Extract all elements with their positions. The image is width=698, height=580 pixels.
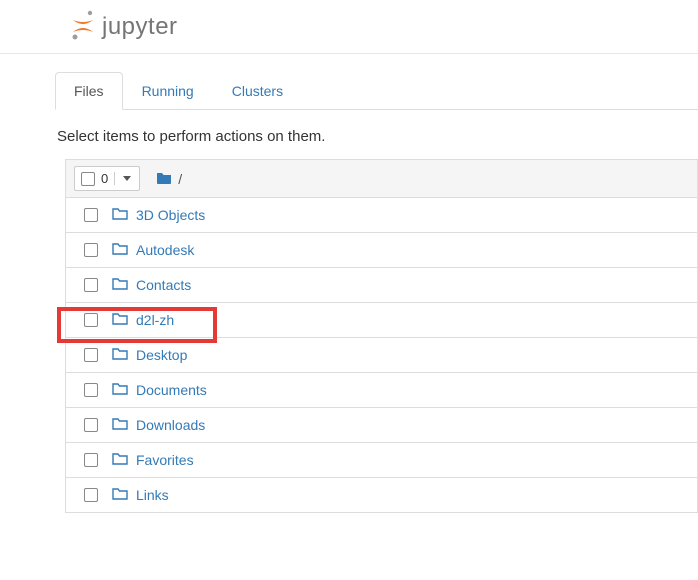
item-name: Autodesk	[136, 242, 194, 258]
row-checkbox[interactable]	[84, 278, 98, 292]
folder-link-favorites[interactable]: Favorites	[112, 452, 194, 468]
item-name: Favorites	[136, 452, 194, 468]
item-name: Documents	[136, 382, 207, 398]
list-item: 3D Objects	[65, 198, 698, 233]
header: jupyter	[0, 0, 698, 54]
row-checkbox[interactable]	[84, 418, 98, 432]
folder-link-d2l-zh[interactable]: d2l-zh	[112, 312, 174, 328]
jupyter-icon	[70, 10, 96, 43]
actions-hint: Select items to perform actions on them.	[57, 128, 698, 145]
folder-link-documents[interactable]: Documents	[112, 382, 207, 398]
folder-link-autodesk[interactable]: Autodesk	[112, 242, 194, 258]
list-header: 0 /	[65, 159, 698, 198]
folder-icon	[112, 347, 128, 363]
file-list: 3D Objects Autodesk Contacts	[65, 198, 698, 513]
select-all-group: 0	[74, 166, 140, 191]
main-content: Files Running Clusters Select items to p…	[0, 72, 698, 513]
folder-link-contacts[interactable]: Contacts	[112, 277, 191, 293]
select-all-checkbox[interactable]: 0	[75, 167, 114, 190]
tab-files[interactable]: Files	[55, 72, 123, 110]
folder-link-downloads[interactable]: Downloads	[112, 417, 205, 433]
folder-icon	[112, 452, 128, 468]
caret-down-icon	[123, 176, 131, 181]
breadcrumb[interactable]: /	[156, 170, 182, 187]
list-item: Contacts	[65, 268, 698, 303]
list-item: Autodesk	[65, 233, 698, 268]
folder-open-icon	[156, 170, 172, 187]
file-list-wrap: 3D Objects Autodesk Contacts	[55, 198, 698, 513]
row-checkbox[interactable]	[84, 313, 98, 327]
folder-icon	[112, 207, 128, 223]
list-item: Desktop	[65, 338, 698, 373]
item-name: 3D Objects	[136, 207, 205, 223]
tab-running[interactable]: Running	[123, 72, 213, 110]
folder-icon	[112, 487, 128, 503]
folder-icon	[112, 382, 128, 398]
select-dropdown-toggle[interactable]	[114, 172, 139, 185]
row-checkbox[interactable]	[84, 208, 98, 222]
tabs: Files Running Clusters	[55, 72, 698, 110]
list-item: Downloads	[65, 408, 698, 443]
folder-icon	[112, 277, 128, 293]
row-checkbox[interactable]	[84, 243, 98, 257]
folder-icon	[112, 312, 128, 328]
list-item: Documents	[65, 373, 698, 408]
item-name: Contacts	[136, 277, 191, 293]
row-checkbox[interactable]	[84, 453, 98, 467]
selected-count: 0	[101, 171, 108, 186]
logo-text: jupyter	[102, 13, 178, 41]
item-name: Desktop	[136, 347, 187, 363]
list-item: Favorites	[65, 443, 698, 478]
list-item: Links	[65, 478, 698, 513]
row-checkbox[interactable]	[84, 488, 98, 502]
breadcrumb-root: /	[178, 171, 182, 187]
checkbox-icon	[81, 172, 95, 186]
folder-icon	[112, 417, 128, 433]
item-name: d2l-zh	[136, 312, 174, 328]
row-checkbox[interactable]	[84, 348, 98, 362]
tab-clusters[interactable]: Clusters	[213, 72, 302, 110]
folder-icon	[112, 242, 128, 258]
folder-link-3d-objects[interactable]: 3D Objects	[112, 207, 205, 223]
jupyter-logo[interactable]: jupyter	[70, 10, 698, 43]
list-item: d2l-zh	[65, 303, 698, 338]
row-checkbox[interactable]	[84, 383, 98, 397]
folder-link-links[interactable]: Links	[112, 487, 169, 503]
folder-link-desktop[interactable]: Desktop	[112, 347, 187, 363]
item-name: Links	[136, 487, 169, 503]
item-name: Downloads	[136, 417, 205, 433]
